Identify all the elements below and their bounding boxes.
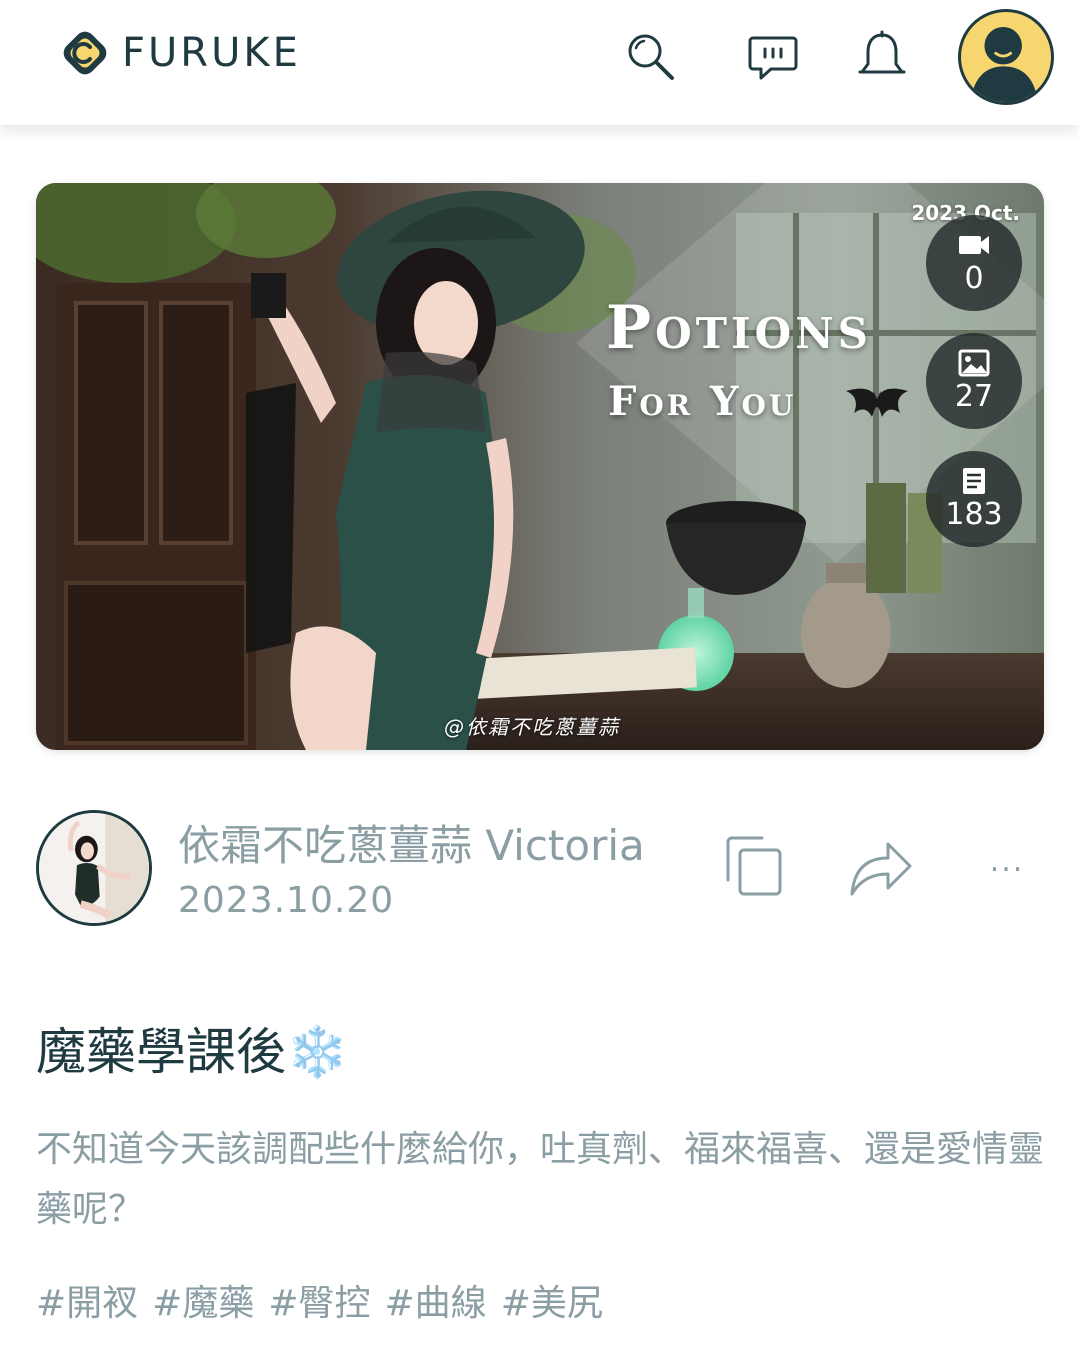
text-count: 183 (945, 496, 1003, 532)
cover-title: Potions (606, 293, 872, 363)
image-count: 27 (954, 378, 994, 414)
hashtag[interactable]: #臀控 (268, 1274, 370, 1326)
author-avatar[interactable] (36, 810, 152, 926)
hashtag[interactable]: #魔藥 (152, 1274, 254, 1326)
video-camera-icon (959, 235, 989, 254)
cover-watermark: @依霜不吃蔥薑蒜 (444, 715, 620, 739)
furuke-logo-icon (63, 31, 107, 75)
hashtag[interactable]: #美尻 (501, 1274, 603, 1326)
text-count-badge: 183 (926, 451, 1022, 547)
hashtag-list: #開衩 #魔藥 #臀控 #曲線 #美尻 (36, 1274, 603, 1326)
hashtag[interactable]: #曲線 (385, 1274, 487, 1326)
bell-icon[interactable] (856, 30, 908, 82)
copy-icon[interactable] (724, 834, 784, 898)
chat-bubble-icon[interactable] (747, 30, 799, 82)
brand-logo[interactable]: FURUKE (60, 28, 301, 78)
cover-subtitle: For You (608, 378, 797, 425)
brand-name: FURUKE (122, 30, 301, 76)
author-name[interactable]: 依霜不吃蔥薑蒜 Victoria (178, 812, 645, 873)
video-count: 0 (964, 260, 984, 296)
post-title-text: 魔藥學課後 (36, 1023, 286, 1081)
bat-icon (846, 388, 908, 417)
video-count-badge: 0 (926, 215, 1022, 311)
document-icon (963, 467, 985, 494)
image-icon (958, 349, 990, 377)
post-body-text: 不知道今天該調配些什麼給你，吐真劑、福來福喜、還是愛情靈藥呢？ (36, 1129, 1045, 1230)
post-cover-image[interactable]: 2023 Oct. Potions For You @依霜不吃蔥薑蒜 0 27 … (36, 183, 1044, 750)
more-options-button[interactable]: ... (982, 847, 1032, 882)
top-navigation-bar: FURUKE (0, 0, 1079, 125)
share-icon[interactable] (848, 836, 914, 898)
post-date: 2023.10.20 (178, 880, 395, 921)
cover-photo (36, 183, 1044, 750)
user-avatar-icon[interactable] (958, 9, 1054, 105)
post-title: 魔藥學課後❄️ (36, 1012, 348, 1084)
snowflake-emoji: ❄️ (286, 1023, 349, 1081)
image-count-badge: 27 (926, 333, 1022, 429)
hashtag[interactable]: #開衩 (36, 1274, 138, 1326)
search-icon[interactable] (624, 30, 676, 82)
